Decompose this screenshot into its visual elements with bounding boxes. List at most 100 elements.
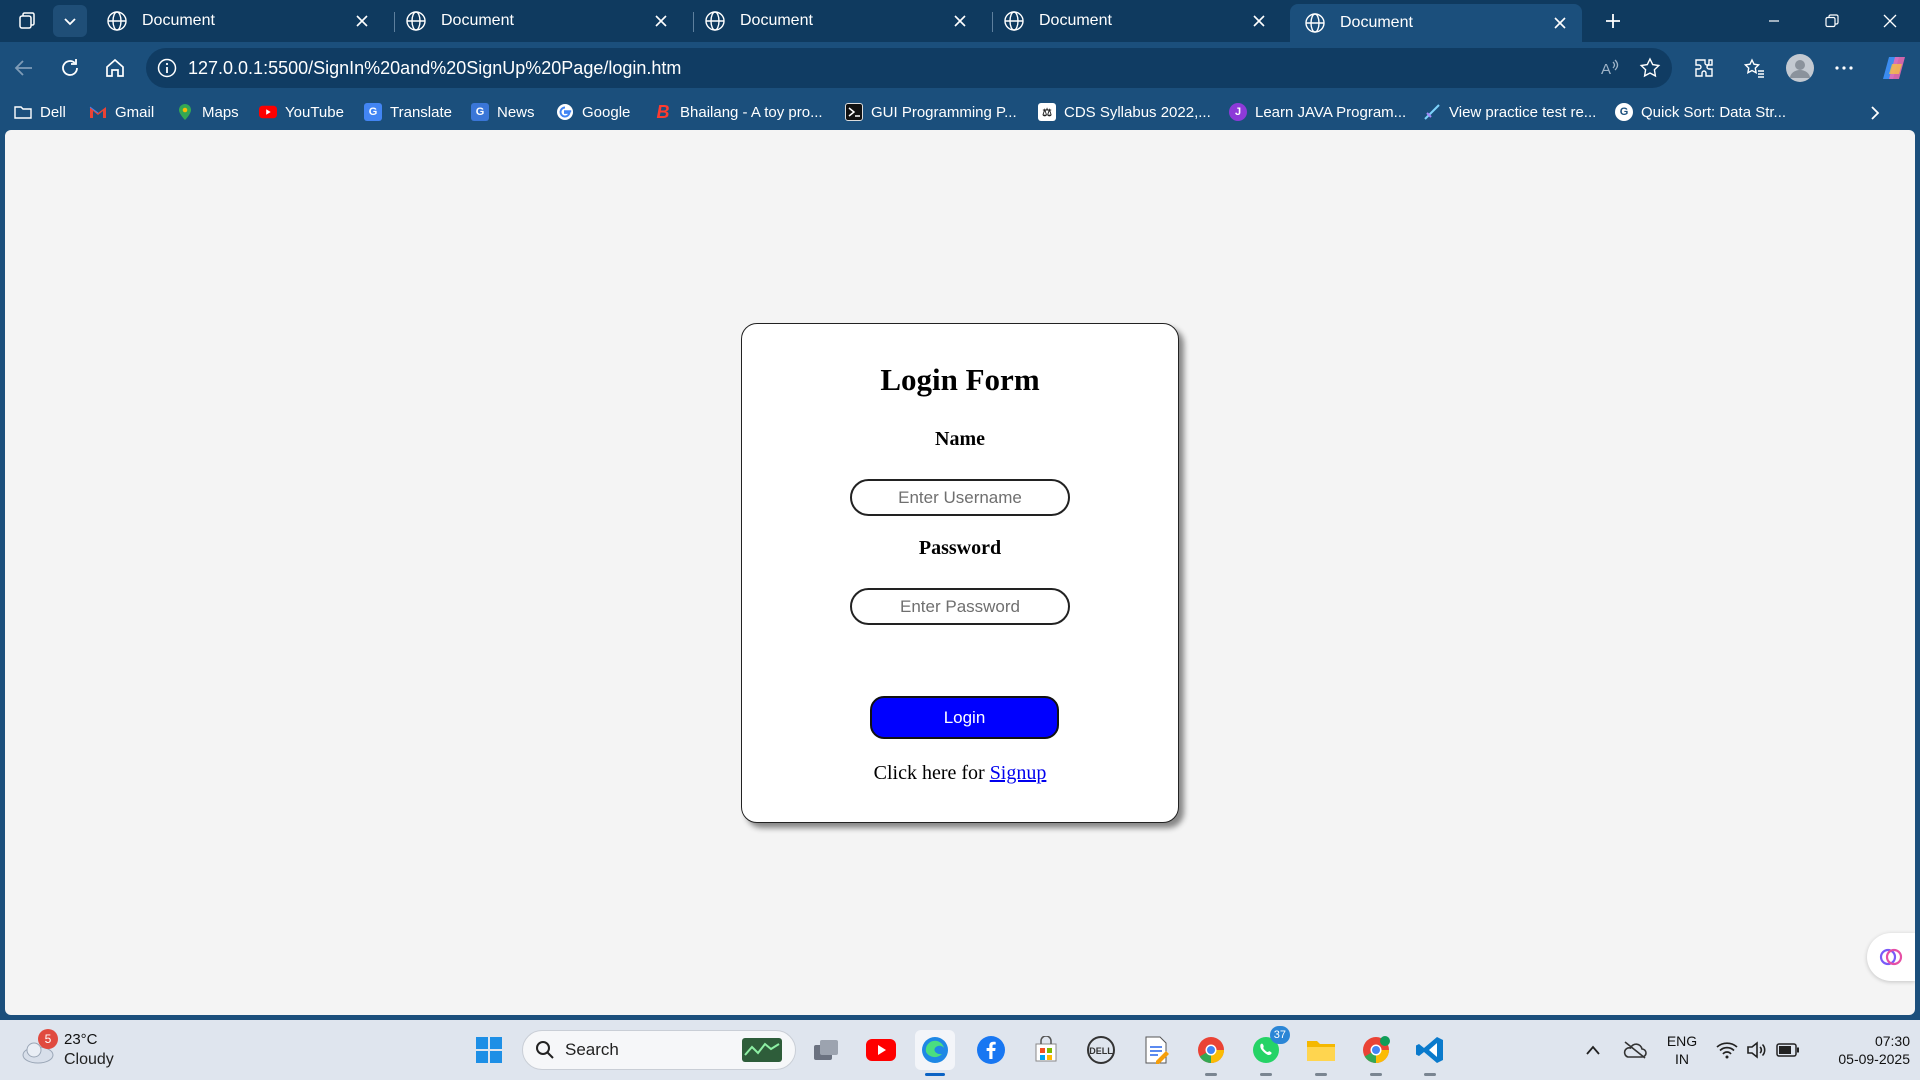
password-input[interactable]: [850, 588, 1070, 625]
bookmark-label: GUI Programming P...: [871, 103, 1017, 121]
bookmark-label: CDS Syllabus 2022,...: [1064, 103, 1211, 121]
whatsapp-badge: 37: [1269, 1026, 1290, 1044]
site-info-icon[interactable]: [156, 57, 178, 79]
bookmark-cds-syllabus[interactable]: ⚖ CDS Syllabus 2022,...: [1038, 100, 1211, 124]
extensions-icon[interactable]: [1686, 50, 1722, 86]
bookmark-label: Learn JAVA Program...: [1255, 103, 1407, 121]
stock-chart-icon: [742, 1038, 782, 1062]
whatsapp-icon[interactable]: 37: [1246, 1026, 1290, 1076]
tab-strip: Document Document Document Document Docu…: [0, 0, 1920, 42]
bookmark-label: Quick Sort: Data Str...: [1641, 103, 1787, 121]
facebook-icon[interactable]: [971, 1030, 1011, 1070]
language-region: IN: [1675, 1051, 1689, 1067]
edge-browser-icon[interactable]: [915, 1030, 955, 1076]
favorites-icon[interactable]: [1736, 50, 1772, 86]
java-icon: J: [1229, 103, 1247, 121]
taskbar-search[interactable]: Search: [522, 1030, 796, 1070]
terminal-icon: [845, 103, 863, 121]
signup-prompt: Click here for Signup: [742, 762, 1178, 785]
input-language[interactable]: ENG IN: [1662, 1032, 1702, 1068]
microsoft-store-icon[interactable]: [1026, 1030, 1066, 1070]
bookmark-maps[interactable]: Maps: [176, 100, 239, 124]
back-arrow-icon[interactable]: [6, 50, 42, 86]
bookmark-google[interactable]: Google: [556, 100, 630, 124]
chevron-up-icon[interactable]: [1580, 1030, 1606, 1070]
tab-actions-menu-icon[interactable]: [53, 5, 87, 37]
globe-icon: [1305, 13, 1325, 33]
chrome-profile-icon[interactable]: [1356, 1030, 1396, 1076]
document-app-icon[interactable]: [1136, 1030, 1176, 1070]
task-view-icon[interactable]: [806, 1030, 846, 1070]
close-tab-icon[interactable]: [352, 11, 372, 31]
bookmark-gmail[interactable]: Gmail: [89, 100, 154, 124]
browser-tab[interactable]: Document: [391, 4, 683, 38]
bookmark-youtube[interactable]: YouTube: [259, 100, 344, 124]
running-app-indicator: [1205, 1073, 1217, 1076]
gmail-icon: [89, 103, 107, 121]
clock-time: 07:30: [1874, 1033, 1910, 1049]
close-tab-icon[interactable]: [651, 11, 671, 31]
browser-tab-active[interactable]: Document: [1290, 4, 1582, 42]
volume-icon[interactable]: [1744, 1030, 1770, 1070]
tab-title: Document: [1340, 14, 1413, 31]
username-input[interactable]: [850, 479, 1070, 516]
browser-tab[interactable]: Document: [989, 4, 1281, 38]
address-bar[interactable]: 127.0.0.1:5500/SignIn%20and%20SignUp%20P…: [146, 48, 1672, 88]
new-tab-plus-icon[interactable]: [1596, 5, 1630, 37]
folder-icon: [14, 103, 32, 121]
name-label: Name: [935, 428, 985, 450]
dell-app-icon[interactable]: DELL: [1081, 1030, 1121, 1070]
weather-temperature: 23°C: [64, 1031, 98, 1048]
bookmark-gui-programming[interactable]: GUI Programming P...: [845, 100, 1017, 124]
home-icon[interactable]: [97, 50, 133, 86]
bookmark-learn-java[interactable]: J Learn JAVA Program...: [1229, 100, 1406, 124]
minimize-icon[interactable]: [1746, 0, 1802, 42]
bookmarks-bar: Dell Gmail Maps YouTube G Translate G Ne…: [0, 94, 1920, 130]
browser-tab[interactable]: Document: [690, 4, 982, 38]
copilot-sidebar-icon[interactable]: [1867, 933, 1915, 981]
close-tab-icon[interactable]: [1550, 13, 1570, 33]
copilot-icon[interactable]: [1876, 50, 1912, 86]
battery-icon[interactable]: [1774, 1030, 1802, 1070]
chevron-right-icon[interactable]: [1862, 100, 1888, 126]
signup-link[interactable]: Signup: [990, 762, 1047, 784]
address-url[interactable]: 127.0.0.1:5500/SignIn%20and%20SignUp%20P…: [188, 58, 681, 79]
running-app-indicator: [1370, 1073, 1382, 1076]
weather-badge: 5: [38, 1029, 58, 1049]
workspaces-icon[interactable]: [10, 5, 44, 37]
vscode-icon[interactable]: [1410, 1030, 1450, 1076]
bookmark-news[interactable]: G News: [471, 100, 535, 124]
search-label: Search: [565, 1040, 619, 1059]
refresh-icon[interactable]: [52, 50, 88, 86]
login-button[interactable]: Login: [870, 696, 1059, 739]
bookmark-bhailang[interactable]: B Bhailang - A toy pro...: [654, 100, 823, 124]
quicksort-icon: G: [1615, 103, 1633, 121]
running-app-indicator: [1260, 1073, 1272, 1076]
system-clock[interactable]: 07:30 05-09-2025: [1810, 1032, 1910, 1068]
cloud-icon: 5: [20, 1029, 58, 1065]
tab-title: Document: [1039, 12, 1112, 29]
bookmark-quick-sort[interactable]: G Quick Sort: Data Str...: [1615, 100, 1786, 124]
more-options-icon[interactable]: [1826, 50, 1862, 86]
maps-icon: [176, 103, 194, 121]
weather-widget[interactable]: 5 23°C Cloudy: [20, 1028, 114, 1072]
bookmark-dell[interactable]: Dell: [14, 100, 66, 124]
favorite-star-icon[interactable]: [1638, 56, 1662, 80]
profile-avatar-icon[interactable]: [1782, 50, 1818, 86]
youtube-icon: [259, 103, 277, 121]
file-explorer-icon[interactable]: [1301, 1030, 1341, 1076]
bookmark-label: Maps: [202, 103, 239, 121]
cloud-sync-icon[interactable]: [1620, 1030, 1650, 1070]
wifi-icon[interactable]: [1714, 1030, 1740, 1070]
close-tab-icon[interactable]: [950, 11, 970, 31]
bookmark-practice-test[interactable]: View practice test re...: [1423, 100, 1596, 124]
windows-start-icon[interactable]: [469, 1030, 509, 1070]
browser-tab[interactable]: Document: [92, 4, 384, 38]
youtube-app-icon[interactable]: [861, 1030, 901, 1070]
close-tab-icon[interactable]: [1249, 11, 1269, 31]
close-window-icon[interactable]: [1862, 0, 1918, 42]
read-aloud-icon[interactable]: A: [1598, 56, 1622, 80]
restore-icon[interactable]: [1804, 0, 1860, 42]
bookmark-translate[interactable]: G Translate: [364, 100, 452, 124]
chrome-icon[interactable]: [1191, 1030, 1231, 1076]
